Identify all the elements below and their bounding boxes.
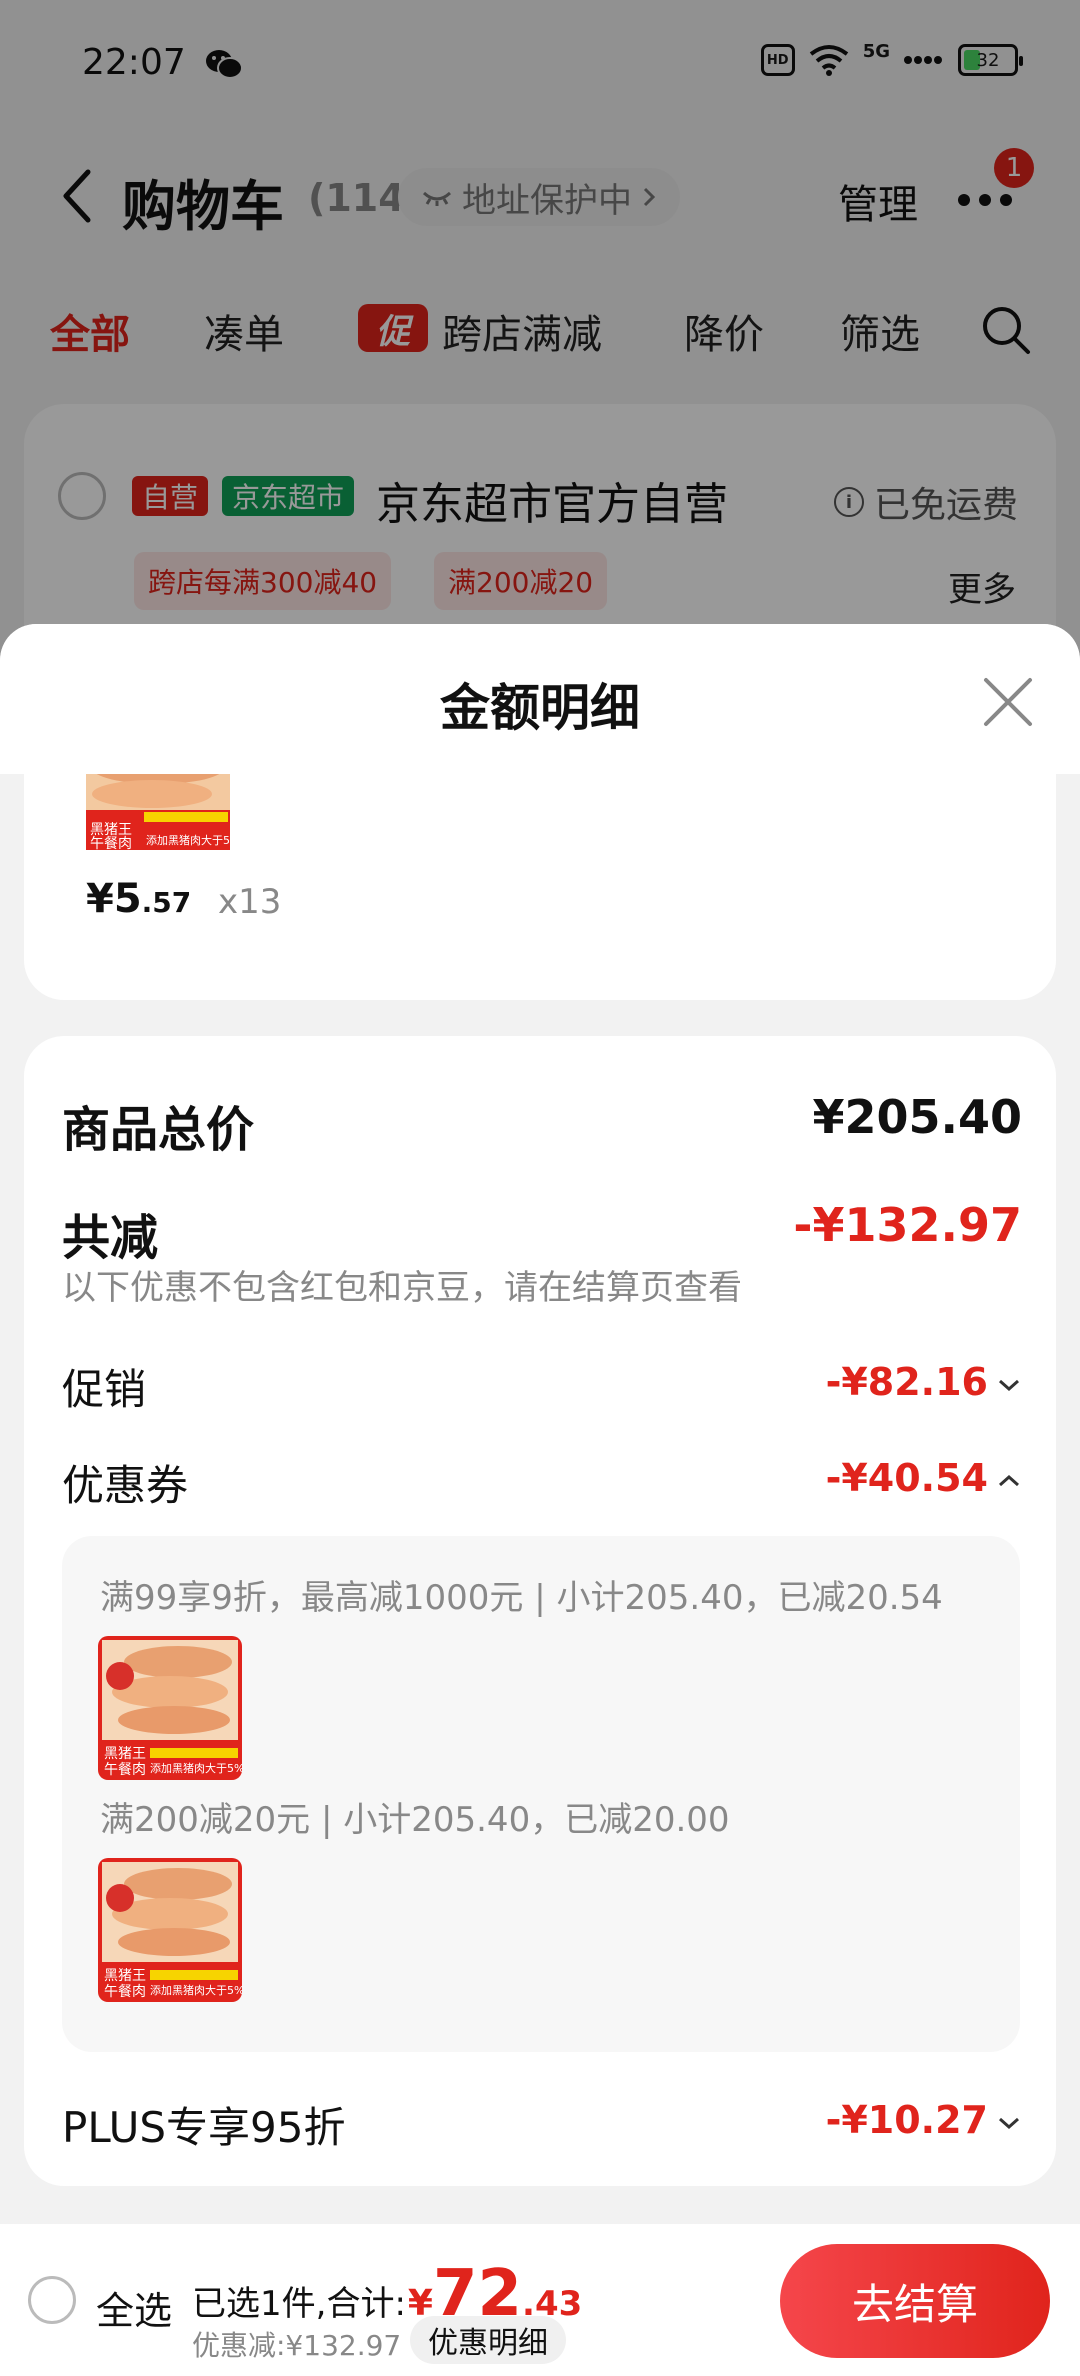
coupon-detail-box: 满99享9折，最高减1000元 | 小计205.40，已减20.54 黑猪王 午… (62, 1536, 1020, 2052)
product-image-text: 午餐肉 (104, 1984, 146, 2000)
product-image-text: 午餐肉 (90, 836, 132, 852)
plus-discount-row[interactable]: -¥10.27 (826, 2098, 1022, 2142)
coupon-product-image: 黑猪王 午餐肉 添加黑猪肉大于5% (98, 1858, 242, 2002)
total-price-value: ¥205.40 (812, 1090, 1022, 1144)
coupon-product-image: 黑猪王 午餐肉 添加黑猪肉大于5% (98, 1636, 242, 1780)
discount-detail-button[interactable]: 优惠明细 (410, 2316, 566, 2364)
close-icon[interactable] (980, 674, 1036, 730)
coupon-label: 优惠券 (62, 1461, 189, 1510)
amount-detail-sheet: 黑猪王 午餐肉 添加黑猪肉大于5% ¥5.57 x13 金额明细 商品总价 ¥2… (0, 624, 1080, 2224)
product-price: ¥5.57 (86, 876, 192, 922)
plus-discount-label: PLUS专享95折 (62, 2103, 346, 2152)
product-image-text: 黑猪王 (104, 1968, 146, 1984)
product-image-text: 添加黑猪肉大于5% (150, 1983, 242, 1997)
total-reduce-label: 共减 (62, 1210, 159, 1266)
reduce-note: 以下优惠不包含红包和京豆，请在结算页查看 (62, 1268, 742, 1308)
sheet-title: 金额明细 (440, 679, 640, 737)
coupon-rule: 满200减20元 | 小计205.40，已减20.00 (100, 1800, 730, 1840)
chevron-up-icon (999, 1474, 1019, 1486)
product-image-text: 午餐肉 (104, 1762, 146, 1778)
total-reduce-value: -¥132.97 (793, 1198, 1022, 1252)
plus-discount-value: -¥10.27 (825, 2098, 988, 2142)
select-all-checkbox[interactable] (28, 2276, 76, 2324)
discount-summary: 优惠减:¥132.97 (192, 2329, 402, 2362)
chevron-down-icon (999, 2117, 1019, 2129)
price-breakdown-card: 商品总价 ¥205.40 共减 -¥132.97 以下优惠不包含红包和京豆，请在… (24, 1036, 1056, 2186)
select-all-label[interactable]: 全选 (96, 2280, 172, 2335)
total-price-label: 商品总价 (62, 1102, 255, 1158)
checkout-bar: 全选 已选1件,合计: ¥ 72 .43 优惠减:¥132.97 优惠明细 去结… (0, 2224, 1080, 2376)
coupon-rule: 满99享9折，最高减1000元 | 小计205.40，已减20.54 (100, 1578, 943, 1618)
sheet-header: 金额明细 (0, 624, 1080, 774)
promotion-row[interactable]: -¥82.16 (826, 1360, 1022, 1404)
cart-screen: 22:07 HD 5G 32 购物车 (114) 地址保护中 管理 1 全部 凑… (0, 0, 1080, 2376)
coupon-row[interactable]: -¥40.54 (826, 1456, 1022, 1500)
product-image-text: 黑猪王 (104, 1746, 146, 1762)
product-image-text: 添加黑猪肉大于5% (150, 1761, 242, 1775)
checkout-button[interactable]: 去结算 (780, 2244, 1050, 2358)
product-image-text: 添加黑猪肉大于5% (146, 833, 234, 847)
promotion-value: -¥82.16 (825, 1360, 988, 1404)
selected-count-label: 已选1件,合计: (192, 2284, 406, 2324)
product-card: 黑猪王 午餐肉 添加黑猪肉大于5% ¥5.57 x13 (24, 750, 1056, 1000)
coupon-value: -¥40.54 (825, 1456, 988, 1500)
promotion-label: 促销 (62, 1365, 147, 1414)
product-quantity: x13 (218, 882, 282, 922)
chevron-down-icon (999, 1379, 1019, 1391)
